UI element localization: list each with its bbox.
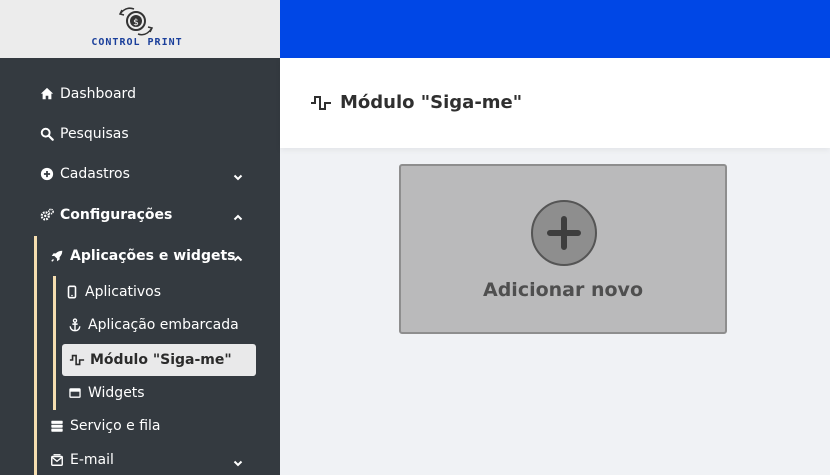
sidebar-item-configuracoes[interactable]: Configurações (38, 203, 172, 227)
plus-icon (547, 216, 581, 250)
sidebar-item-label: Configurações (60, 207, 173, 223)
sidebar-item-aplicacao-embarcada[interactable]: Aplicação embarcada (66, 313, 239, 337)
anchor-icon (66, 318, 84, 332)
sidebar-item-dashboard[interactable]: Dashboard (38, 82, 136, 106)
sidebar-item-label: Aplicações e widgets (70, 248, 236, 264)
top-navbar (280, 0, 830, 58)
sidebar-item-aplicacoes-widgets[interactable]: Aplicações e widgets (48, 244, 235, 268)
mobile-icon (63, 285, 81, 299)
sidebar-item-label: E-mail (70, 452, 114, 468)
sidebar-item-label: Módulo "Siga-me" (90, 352, 232, 368)
wave-square-icon (311, 95, 331, 110)
server-icon (48, 419, 66, 433)
sidebar-item-modulo-siga-me[interactable]: Módulo "Siga-me" (62, 344, 256, 376)
page-title-text: Módulo "Siga-me" (340, 92, 523, 113)
home-icon (38, 87, 56, 101)
brand-name: CONTROL PRINT (91, 37, 183, 48)
sidebar-item-label: Widgets (88, 385, 145, 401)
sidebar-item-label: Aplicação embarcada (88, 317, 239, 333)
sidebar-item-widgets[interactable]: Widgets (66, 381, 145, 405)
logo-icon: $ (118, 7, 154, 36)
sidebar-item-cadastros[interactable]: Cadastros (38, 162, 130, 186)
sidebar-item-email[interactable]: E-mail (48, 448, 114, 472)
add-new-label: Adicionar novo (483, 279, 643, 301)
rocket-icon (48, 249, 66, 263)
window-icon (66, 386, 84, 400)
plus-circle-icon (38, 167, 56, 181)
add-new-card[interactable]: Adicionar novo (399, 164, 727, 334)
wave-square-icon (68, 353, 86, 367)
submenu-guide-line (53, 276, 56, 410)
brand[interactable]: $ CONTROL PRINT (0, 0, 280, 58)
submenu-guide-line (34, 236, 37, 475)
mail-bulk-icon (48, 453, 66, 467)
chevron-up-icon[interactable] (232, 209, 244, 221)
sidebar: $ CONTROL PRINT Dashboard Pesquisas Cada… (0, 0, 280, 475)
sidebar-item-label: Dashboard (60, 86, 136, 102)
sidebar-item-label: Aplicativos (85, 284, 162, 300)
svg-text:$: $ (133, 18, 139, 28)
sidebar-item-label: Cadastros (60, 166, 130, 182)
chevron-down-icon[interactable] (232, 168, 244, 181)
add-new-button[interactable] (531, 200, 597, 266)
page-title: Módulo "Siga-me" (310, 92, 522, 113)
sidebar-item-label: Serviço e fila (70, 418, 161, 434)
sidebar-item-servico-fila[interactable]: Serviço e fila (48, 414, 161, 438)
cogs-icon (38, 208, 56, 222)
chevron-up-icon[interactable] (232, 250, 244, 262)
search-icon (38, 127, 56, 141)
page-header: Módulo "Siga-me" (280, 58, 830, 148)
chevron-down-icon[interactable] (232, 454, 244, 467)
sidebar-item-pesquisas[interactable]: Pesquisas (38, 122, 129, 146)
sidebar-item-label: Pesquisas (60, 126, 129, 142)
sidebar-item-aplicativos[interactable]: Aplicativos (63, 280, 161, 304)
